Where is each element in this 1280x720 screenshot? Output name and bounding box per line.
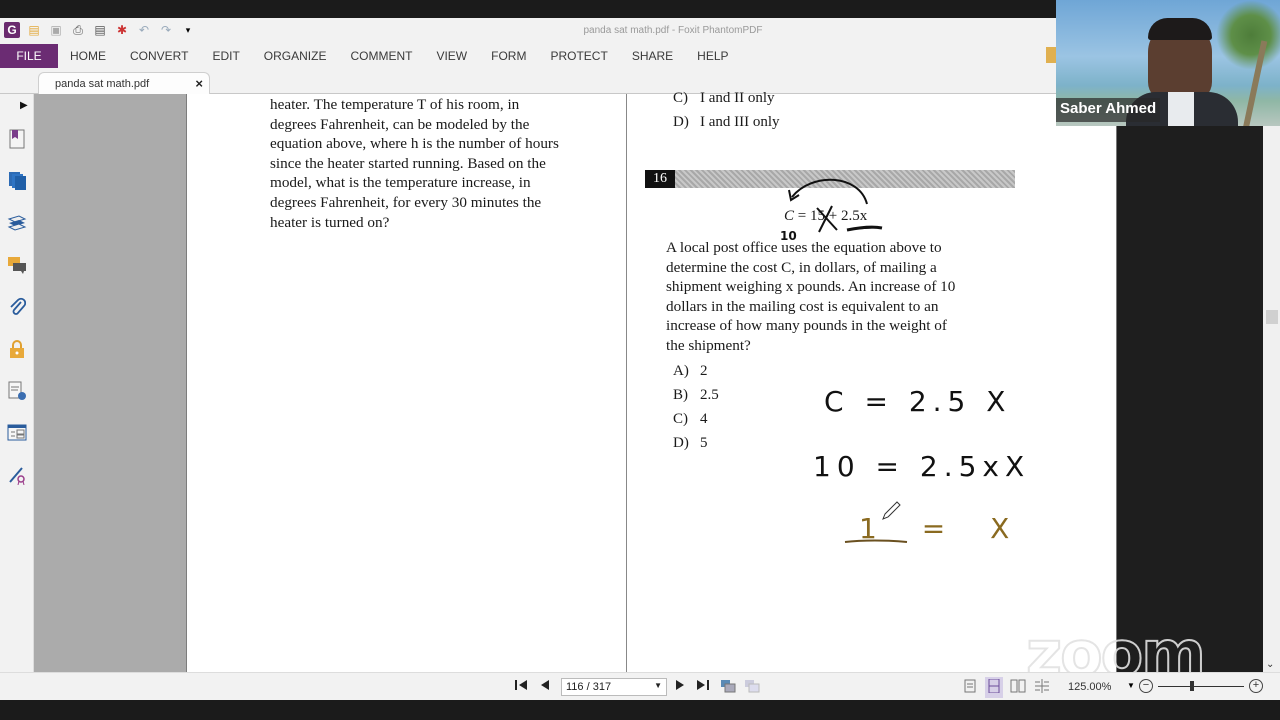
- scroll-down-icon[interactable]: ⌄: [1266, 659, 1274, 670]
- layers-icon[interactable]: [6, 212, 28, 234]
- first-page-icon: [515, 680, 527, 690]
- participant-hair: [1148, 18, 1212, 40]
- text-line: heater is turned on?: [270, 213, 390, 231]
- document-tab-label: panda sat math.pdf: [55, 78, 150, 90]
- app-window: G ▤ ▣ ⎙ ▤ ✱ ↶ ↷ ▾ panda sat math.pdf - F…: [0, 0, 1280, 720]
- ink-line-2: 10 = 2.5xX: [813, 450, 1030, 483]
- tab-view[interactable]: VIEW: [424, 44, 479, 68]
- bookmark-icon[interactable]: [6, 128, 28, 150]
- next-view-button[interactable]: [744, 679, 760, 696]
- participant-video[interactable]: Saber Ahmed: [1056, 0, 1280, 126]
- certify-icon[interactable]: [6, 464, 28, 486]
- single-page-view-button[interactable]: [964, 679, 976, 696]
- bottom-black-strip: [0, 700, 1280, 720]
- continuous-facing-view-button[interactable]: [1034, 679, 1050, 696]
- navigation-panel: ▶: [0, 94, 34, 672]
- last-page-button[interactable]: [696, 679, 710, 694]
- tab-edit[interactable]: EDIT: [200, 44, 251, 68]
- attachments-icon[interactable]: [6, 296, 28, 318]
- fields-icon[interactable]: [6, 422, 28, 444]
- tab-file[interactable]: FILE: [0, 44, 58, 68]
- previous-page-icon: [541, 680, 549, 690]
- folder-icon[interactable]: [1046, 47, 1056, 63]
- video-background-palm: [1216, 0, 1280, 70]
- expand-panel-icon[interactable]: ▶: [20, 100, 28, 111]
- previous-view-button[interactable]: [720, 679, 736, 696]
- pdf-page-left: heater. The temperature T of his room, i…: [186, 94, 626, 672]
- tab-form[interactable]: FORM: [479, 44, 538, 68]
- zoom-slider-thumb[interactable]: [1189, 681, 1194, 691]
- text-line: heater. The temperature T of his room, i…: [270, 96, 520, 113]
- vertical-scrollbar[interactable]: ⌄: [1263, 94, 1280, 672]
- ink-cross: [816, 205, 838, 233]
- zoom-dropdown-icon[interactable]: ▼: [1127, 681, 1135, 690]
- tab-share[interactable]: SHARE: [620, 44, 685, 68]
- tab-help[interactable]: HELP: [685, 44, 740, 68]
- ink-arrow: [791, 178, 868, 205]
- first-page-button[interactable]: [515, 679, 529, 694]
- ink-line-1: C = 2.5 X: [824, 385, 1011, 418]
- pdf-page-right: C) I and II only D) I and III only 16 C …: [626, 90, 1117, 672]
- continuous-facing-icon: [1035, 679, 1049, 693]
- participant-shirt: [1168, 92, 1194, 126]
- single-page-icon: [964, 679, 976, 693]
- text-line: degrees Fahrenheit, for every 30 minutes…: [270, 193, 542, 211]
- zoom-in-button[interactable]: +: [1249, 679, 1263, 693]
- zoom-slider[interactable]: [1158, 686, 1244, 687]
- tab-protect[interactable]: PROTECT: [538, 44, 619, 68]
- last-page-icon: [697, 680, 709, 690]
- document-tab[interactable]: panda sat math.pdf ×: [38, 72, 210, 94]
- ribbon-tabs: FILE HOME CONVERT EDIT ORGANIZE COMMENT …: [0, 44, 1056, 68]
- question-15-text: heater. The temperature T of his room, i…: [270, 95, 559, 232]
- scroll-thumb[interactable]: [1266, 310, 1278, 324]
- tab-organize[interactable]: ORGANIZE: [252, 44, 339, 68]
- title-bar: G ▤ ▣ ⎙ ▤ ✱ ↶ ↷ ▾ panda sat math.pdf - F…: [0, 18, 1056, 44]
- status-bar: 116 / 317 ▼ 125.00% ▼ − +: [0, 672, 1280, 700]
- continuous-page-icon: [988, 678, 1000, 694]
- comments-icon[interactable]: [6, 254, 28, 276]
- facing-page-icon: [1010, 679, 1026, 693]
- tab-convert[interactable]: CONVERT: [118, 44, 200, 68]
- text-line: degrees Fahrenheit, can be modeled by th…: [270, 115, 530, 133]
- ink-underline: [846, 225, 883, 232]
- text-line: since the heater started running. Based …: [270, 154, 546, 172]
- tab-comment[interactable]: COMMENT: [338, 44, 424, 68]
- tab-home[interactable]: HOME: [58, 44, 118, 68]
- signature-icon[interactable]: [6, 380, 28, 402]
- zoom-out-button[interactable]: −: [1139, 679, 1153, 693]
- zoom-level-value[interactable]: 125.00%: [1068, 681, 1111, 693]
- text-line: model, what is the temperature increase,…: [270, 174, 531, 192]
- ink-note-10: 10: [780, 229, 797, 243]
- previous-view-icon: [721, 680, 736, 693]
- previous-page-button[interactable]: [540, 679, 550, 694]
- continuous-view-button[interactable]: [985, 677, 1003, 698]
- document-canvas[interactable]: heater. The temperature T of his room, i…: [34, 90, 1207, 686]
- facing-view-button[interactable]: [1010, 679, 1026, 696]
- next-page-icon: [676, 680, 684, 690]
- participant-name: Saber Ahmed: [1056, 98, 1161, 122]
- page-number-value: 116 / 317: [566, 681, 612, 693]
- security-icon[interactable]: [6, 338, 28, 360]
- page-dropdown-icon[interactable]: ▼: [654, 681, 662, 690]
- next-view-icon: [745, 680, 760, 693]
- handwriting-annotations: 10 C = 2.5 X 10 = 2.5xX 1 = X: [780, 178, 1030, 545]
- window-title: panda sat math.pdf - Foxit PhantomPDF: [583, 25, 763, 36]
- close-icon[interactable]: ×: [195, 76, 203, 91]
- next-page-button[interactable]: [675, 679, 685, 694]
- text-line: equation above, where h is the number of…: [270, 135, 559, 153]
- page-number-field[interactable]: 116 / 317 ▼: [561, 678, 667, 696]
- pages-icon[interactable]: [6, 170, 28, 192]
